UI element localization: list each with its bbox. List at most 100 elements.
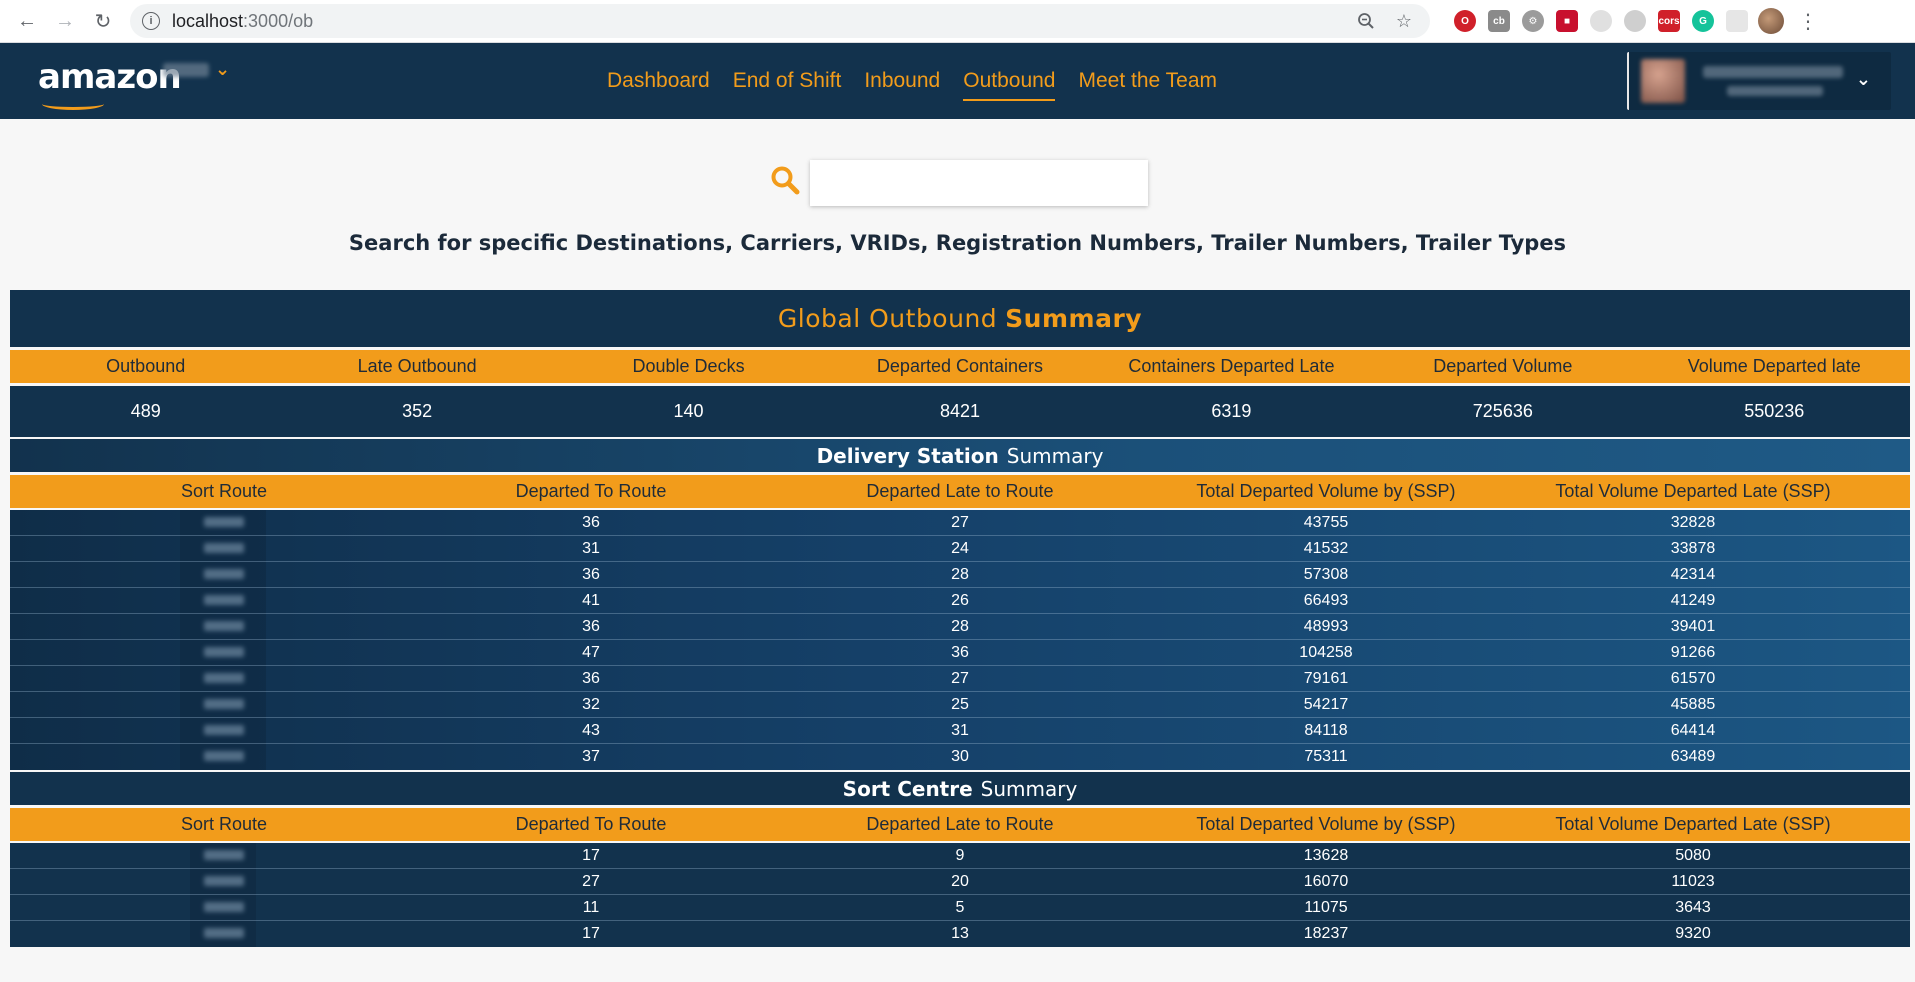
col-header: Total Departed Volume by (SSP): [1196, 481, 1456, 501]
table-cell: 42314: [1670, 565, 1716, 583]
redacted-route-name: [204, 724, 244, 735]
cors-extension-icon[interactable]: cors: [1658, 10, 1680, 32]
table-cell: 17: [582, 846, 600, 864]
table-cell: 24: [951, 539, 969, 557]
redacted-route-name: [204, 620, 244, 631]
nav-inbound[interactable]: Inbound: [864, 65, 940, 97]
table-cell: 91266: [1670, 643, 1716, 661]
red-extension-icon[interactable]: ■: [1556, 10, 1578, 32]
summary-value: 489: [130, 401, 161, 421]
bookmark-star-icon[interactable]: ☆: [1390, 7, 1418, 35]
summary-value: 725636: [1472, 401, 1533, 421]
grey-extension-icon[interactable]: [1590, 10, 1612, 32]
extensions-bar: O cb ⚙ ■ cors G: [1454, 10, 1748, 32]
cb-extension-icon[interactable]: cb: [1488, 10, 1510, 32]
table-row: 36 27 79161 61570: [10, 666, 1910, 692]
table-cell: 31: [582, 539, 600, 557]
nav-outbound[interactable]: Outbound: [963, 65, 1056, 101]
table-cell: 13628: [1303, 846, 1349, 864]
table-cell: 27: [951, 669, 969, 687]
table-cell: 27: [582, 872, 600, 890]
reload-icon[interactable]: ↻: [86, 4, 120, 38]
user-info-redacted: [1703, 66, 1843, 96]
global-summary-header: Outbound Late Outbound Double Decks Depa…: [10, 350, 1910, 383]
grammarly-extension-icon[interactable]: G: [1692, 10, 1714, 32]
table-cell: 9320: [1675, 925, 1711, 942]
sort-route-cell: [10, 670, 438, 688]
browser-menu-icon[interactable]: ⋮: [1798, 9, 1818, 34]
table-cell: 61570: [1670, 669, 1716, 687]
link-extension-icon[interactable]: [1726, 10, 1748, 32]
sort-route-cell: [10, 566, 438, 584]
col-header: Total Departed Volume by (SSP): [1196, 814, 1456, 834]
app-header: amazon ⌄ Dashboard End of Shift Inbound …: [0, 43, 1915, 119]
gear-extension-icon[interactable]: ⚙: [1522, 10, 1544, 32]
table-cell: 3643: [1675, 898, 1711, 916]
browser-toolbar: ← → ↻ i localhost:3000/ob ☆ O cb ⚙ ■ cor…: [0, 0, 1915, 43]
table-row: 17 13 18237 9320: [10, 921, 1910, 947]
address-bar[interactable]: i localhost:3000/ob ☆: [130, 4, 1430, 38]
sort-route-cell: [10, 644, 438, 662]
table-cell: 37: [582, 748, 600, 765]
zoom-icon[interactable]: [1352, 7, 1380, 35]
opera-extension-icon[interactable]: O: [1454, 10, 1476, 32]
table-cell: 18237: [1303, 925, 1349, 942]
ghost-extension-icon[interactable]: [1624, 10, 1646, 32]
nav-meet-the-team[interactable]: Meet the Team: [1078, 65, 1217, 97]
sort-centre-title: Sort Centre Summary: [10, 772, 1910, 805]
redacted-route-name: [204, 698, 244, 709]
sort-route-cell: [10, 540, 438, 558]
chevron-down-icon: ⌄: [1855, 69, 1871, 89]
table-cell: 5: [955, 898, 965, 916]
site-selector[interactable]: ⌄: [163, 59, 230, 80]
table-cell: 28: [951, 617, 969, 635]
redacted-route-name: [204, 516, 244, 527]
table-row: 37 30 75311 63489: [10, 744, 1910, 770]
search-input[interactable]: [810, 160, 1148, 206]
col-header: Containers Departed Late: [1128, 356, 1335, 376]
redacted-route-name: [204, 594, 244, 605]
nav-dashboard[interactable]: Dashboard: [607, 65, 710, 97]
redacted-route-name: [204, 751, 244, 761]
browser-profile-avatar[interactable]: [1758, 8, 1784, 34]
table-cell: 43755: [1303, 513, 1349, 531]
global-summary-values: 489 352 140 8421 6319 725636 550236: [10, 386, 1910, 437]
forward-icon[interactable]: →: [48, 4, 82, 38]
table-row: 36 27 43755 32828: [10, 510, 1910, 536]
delivery-station-header: Sort Route Departed To Route Departed La…: [10, 475, 1910, 508]
amazon-logo[interactable]: amazon: [38, 57, 182, 97]
table-cell: 48993: [1303, 617, 1349, 635]
user-menu[interactable]: ⌄: [1627, 52, 1891, 110]
table-cell: 9: [955, 846, 965, 864]
table-cell: 30: [951, 748, 969, 765]
nav-end-of-shift[interactable]: End of Shift: [733, 65, 842, 97]
table-cell: 41249: [1670, 591, 1716, 609]
table-cell: 11: [582, 898, 600, 916]
table-cell: 16070: [1303, 872, 1349, 890]
user-avatar: [1641, 59, 1685, 103]
url-text[interactable]: localhost:3000/ob: [172, 11, 1342, 32]
table-row: 27 20 16070 11023: [10, 869, 1910, 895]
col-header: Departed Late to Route: [866, 481, 1054, 501]
table-row: 47 36 104258 91266: [10, 640, 1910, 666]
col-header: Departed Containers: [876, 356, 1044, 376]
summary-value: 6319: [1211, 401, 1252, 421]
sort-route-cell: [10, 514, 438, 532]
site-name-redacted: [163, 62, 209, 77]
table-cell: 57308: [1303, 565, 1349, 583]
table-row: 41 26 66493 41249: [10, 588, 1910, 614]
table-cell: 104258: [1299, 643, 1353, 661]
table-cell: 36: [582, 513, 600, 531]
col-header: Total Volume Departed Late (SSP): [1555, 481, 1831, 501]
col-header: Outbound: [106, 356, 186, 376]
col-header: Sort Route: [180, 814, 268, 834]
info-icon[interactable]: i: [142, 12, 160, 30]
table-cell: 33878: [1670, 539, 1716, 557]
table-cell: 26: [951, 591, 969, 609]
table-cell: 11023: [1671, 872, 1715, 890]
col-header: Double Decks: [632, 356, 745, 376]
table-cell: 36: [582, 565, 600, 583]
back-icon[interactable]: ←: [10, 4, 44, 38]
redacted-route-name: [204, 849, 244, 860]
table-cell: 25: [951, 695, 969, 713]
